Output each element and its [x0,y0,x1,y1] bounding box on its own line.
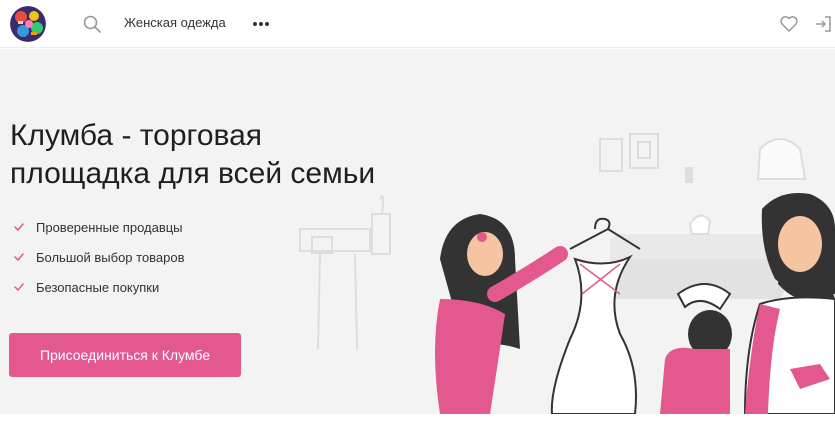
more-dots-icon[interactable] [251,14,271,34]
feature-label: Безопасные покупки [36,279,160,295]
nav-category-womens-clothing[interactable]: Женская одежда [124,15,226,30]
hero-banner: Клумба - торговая площадка для всей семь… [0,49,835,414]
family-shopping-illustration [299,133,835,414]
check-icon [14,253,24,261]
hero-title: Клумба - торговая площадка для всей семь… [10,117,450,193]
page-bottom-area [0,414,835,434]
top-navigation-bar: Женская одежда [0,0,835,48]
hero-title-line-2: площадка для всей семьи [10,157,376,190]
feature-item: Проверенные продавцы [14,212,185,242]
feature-item: Большой выбор товаров [14,242,185,272]
heart-icon[interactable] [778,13,800,35]
klumba-logo[interactable] [10,6,46,42]
login-icon[interactable] [812,13,834,35]
hero-title-line-1: Клумба - торговая [10,119,263,152]
feature-item: Безопасные покупки [14,272,185,302]
feature-label: Проверенные продавцы [36,219,183,235]
check-icon [14,283,24,291]
join-klumba-button[interactable]: Присоединиться к Клумбе [9,333,241,377]
search-icon[interactable] [82,14,102,34]
feature-label: Большой выбор товаров [36,249,185,265]
feature-list: Проверенные продавцы Большой выбор товар… [14,212,185,302]
check-icon [14,223,24,231]
